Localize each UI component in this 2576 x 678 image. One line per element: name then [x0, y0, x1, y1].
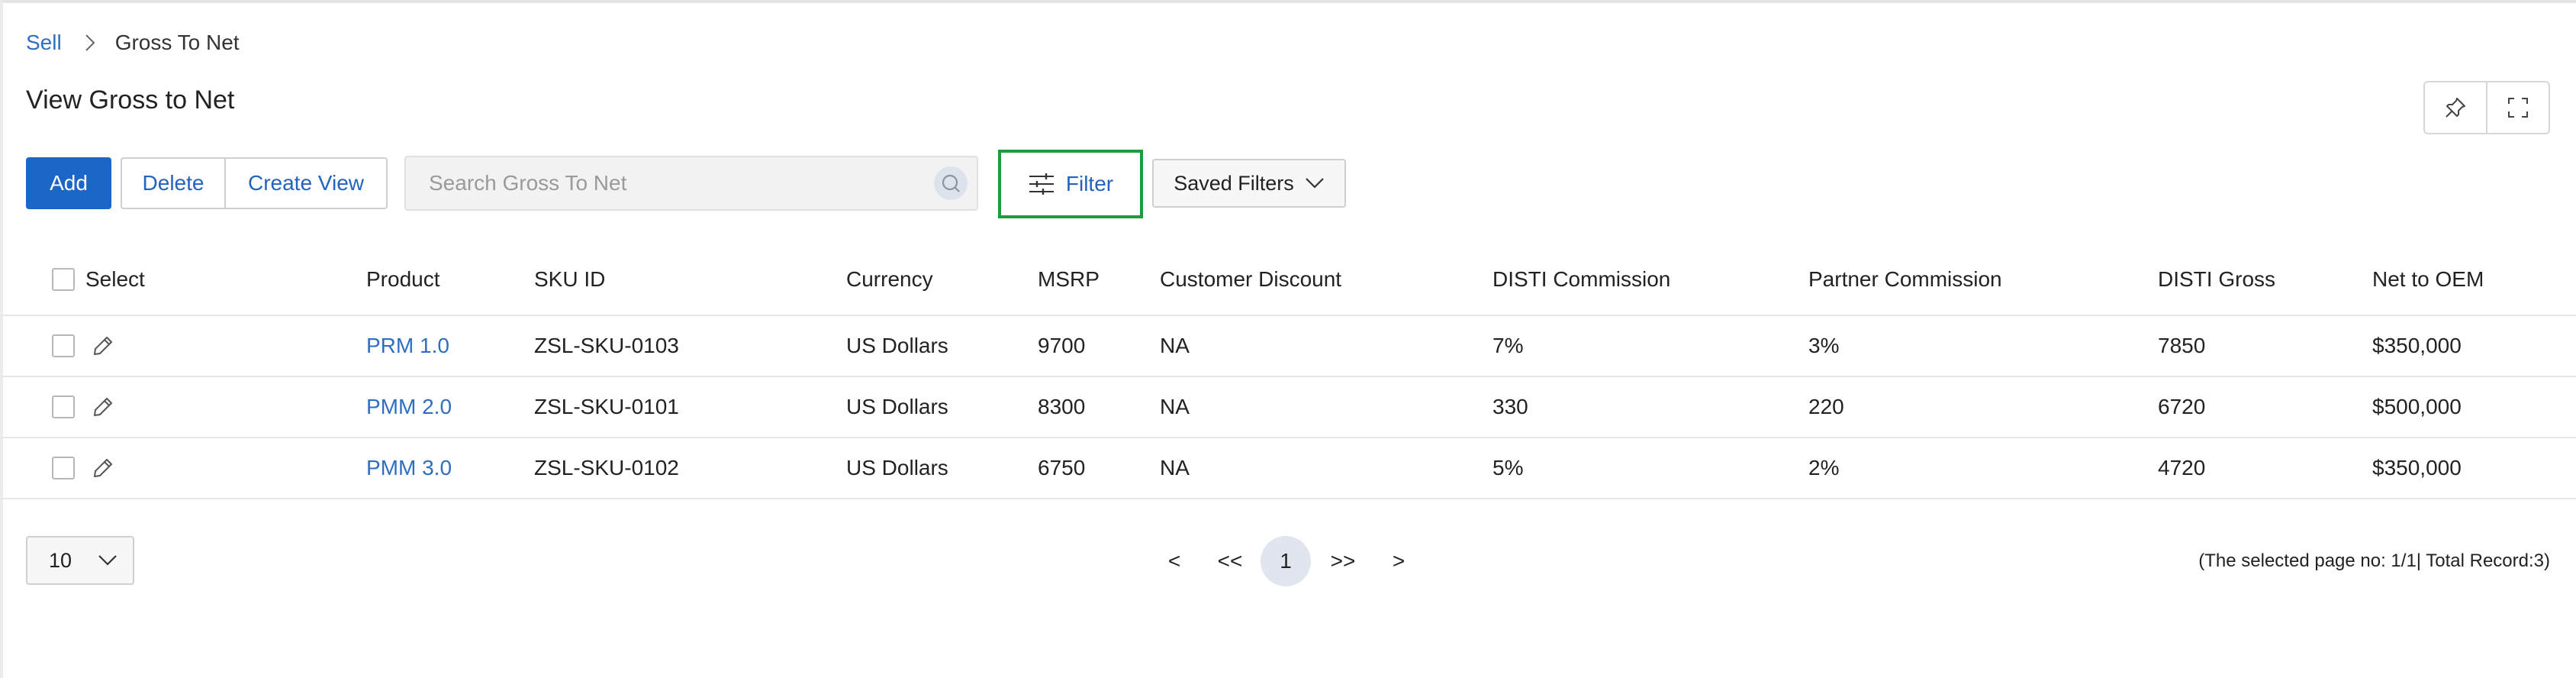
- filter-button[interactable]: Filter: [998, 150, 1143, 218]
- search-input[interactable]: Search Gross To Net: [404, 156, 978, 211]
- customer-discount-cell: NA: [1160, 334, 1190, 357]
- saved-filters-dropdown[interactable]: Saved Filters: [1152, 159, 1346, 208]
- action-button-group: Delete Create View: [121, 157, 388, 209]
- disti-gross-cell: 4720: [2158, 456, 2206, 479]
- row-checkbox[interactable]: [52, 396, 75, 418]
- disti-commission-cell: 7%: [1492, 334, 1524, 357]
- column-header-disti-commission[interactable]: DISTI Commission: [1492, 244, 1670, 315]
- column-header-net-to-oem[interactable]: Net to OEM: [2372, 244, 2484, 315]
- next-page-button[interactable]: >: [1387, 536, 1410, 586]
- disti-commission-cell: 330: [1492, 395, 1528, 418]
- partner-commission-cell: 3%: [1808, 334, 1840, 357]
- breadcrumb: Sell Gross To Net: [26, 29, 240, 56]
- net-to-oem-cell: $350,000: [2372, 456, 2462, 479]
- column-header-product[interactable]: Product: [366, 244, 440, 315]
- table-row: PMM 3.0 ZSL-SKU-0102 US Dollars 6750 NA …: [0, 438, 2576, 499]
- disti-commission-cell: 5%: [1492, 456, 1524, 479]
- search-button[interactable]: [934, 166, 968, 200]
- row-checkbox[interactable]: [52, 457, 75, 479]
- msrp-cell: 6750: [1038, 456, 1086, 479]
- customer-discount-cell: NA: [1160, 395, 1190, 418]
- pencil-icon[interactable]: [92, 334, 114, 357]
- column-header-msrp[interactable]: MSRP: [1038, 244, 1100, 315]
- currency-cell: US Dollars: [846, 395, 948, 418]
- filter-sliders-icon: [1029, 173, 1054, 195]
- column-header-customer-discount[interactable]: Customer Discount: [1160, 244, 1341, 315]
- row-checkbox[interactable]: [52, 334, 75, 357]
- gross-to-net-table: Select Product SKU ID Currency MSRP Cust…: [0, 244, 2576, 499]
- filter-label: Filter: [1065, 172, 1114, 195]
- page-info: (The selected page no: 1/1| Total Record…: [2198, 550, 2550, 571]
- pin-button[interactable]: [2425, 82, 2486, 133]
- disti-gross-cell: 6720: [2158, 395, 2206, 418]
- net-to-oem-cell: $350,000: [2372, 334, 2462, 357]
- net-to-oem-cell: $500,000: [2372, 395, 2462, 418]
- currency-cell: US Dollars: [846, 334, 948, 357]
- column-header-disti-gross[interactable]: DISTI Gross: [2158, 244, 2275, 315]
- pin-icon: [2446, 98, 2465, 118]
- page-title: View Gross to Net: [26, 86, 235, 115]
- column-header-partner-commission[interactable]: Partner Commission: [1808, 244, 2002, 315]
- product-link[interactable]: PMM 2.0: [366, 377, 452, 437]
- currency-cell: US Dollars: [846, 456, 948, 479]
- page-size-select[interactable]: 10: [26, 536, 134, 585]
- delete-button[interactable]: Delete: [122, 159, 224, 208]
- search-placeholder: Search Gross To Net: [429, 171, 627, 195]
- table-row: PRM 1.0 ZSL-SKU-0103 US Dollars 9700 NA …: [0, 316, 2576, 377]
- chevron-right-icon: [85, 34, 95, 52]
- msrp-cell: 8300: [1038, 395, 1086, 418]
- product-link[interactable]: PRM 1.0: [366, 316, 449, 376]
- row-select-cell: [52, 438, 114, 498]
- first-page-button[interactable]: <<: [1215, 536, 1245, 586]
- row-select-cell: [52, 377, 114, 437]
- select-all-checkbox[interactable]: [52, 268, 75, 291]
- customer-discount-cell: NA: [1160, 456, 1190, 479]
- pencil-icon[interactable]: [92, 396, 114, 418]
- column-header-select: Select: [85, 267, 145, 291]
- product-link[interactable]: PMM 3.0: [366, 438, 452, 498]
- table-row: PMM 2.0 ZSL-SKU-0101 US Dollars 8300 NA …: [0, 377, 2576, 438]
- search-icon: [942, 174, 960, 192]
- fullscreen-button[interactable]: [2486, 82, 2549, 133]
- chevron-down-icon: [1306, 178, 1324, 189]
- saved-filters-label: Saved Filters: [1174, 171, 1294, 195]
- select-all-cell: Select: [52, 244, 145, 315]
- add-button[interactable]: Add: [26, 157, 111, 209]
- disti-gross-cell: 7850: [2158, 334, 2206, 357]
- partner-commission-cell: 2%: [1808, 456, 1840, 479]
- breadcrumb-sell-link[interactable]: Sell: [26, 31, 62, 55]
- view-tools: [2423, 81, 2550, 134]
- current-page-button[interactable]: 1: [1261, 536, 1311, 586]
- last-page-button[interactable]: >>: [1328, 536, 1358, 586]
- sku-id-cell: ZSL-SKU-0102: [534, 456, 679, 479]
- page-size-value: 10: [49, 548, 72, 572]
- row-select-cell: [52, 316, 114, 376]
- column-header-sku-id[interactable]: SKU ID: [534, 244, 605, 315]
- create-view-button[interactable]: Create View: [224, 159, 386, 208]
- partner-commission-cell: 220: [1808, 395, 1844, 418]
- msrp-cell: 9700: [1038, 334, 1086, 357]
- sku-id-cell: ZSL-SKU-0101: [534, 395, 679, 418]
- pencil-icon[interactable]: [92, 457, 114, 479]
- fullscreen-icon: [2508, 98, 2528, 118]
- sku-id-cell: ZSL-SKU-0103: [534, 334, 679, 357]
- chevron-down-icon: [98, 555, 117, 566]
- breadcrumb-current: Gross To Net: [114, 31, 240, 54]
- prev-page-button[interactable]: <: [1163, 536, 1186, 586]
- column-header-currency[interactable]: Currency: [846, 244, 933, 315]
- table-header-row: Select Product SKU ID Currency MSRP Cust…: [0, 244, 2576, 316]
